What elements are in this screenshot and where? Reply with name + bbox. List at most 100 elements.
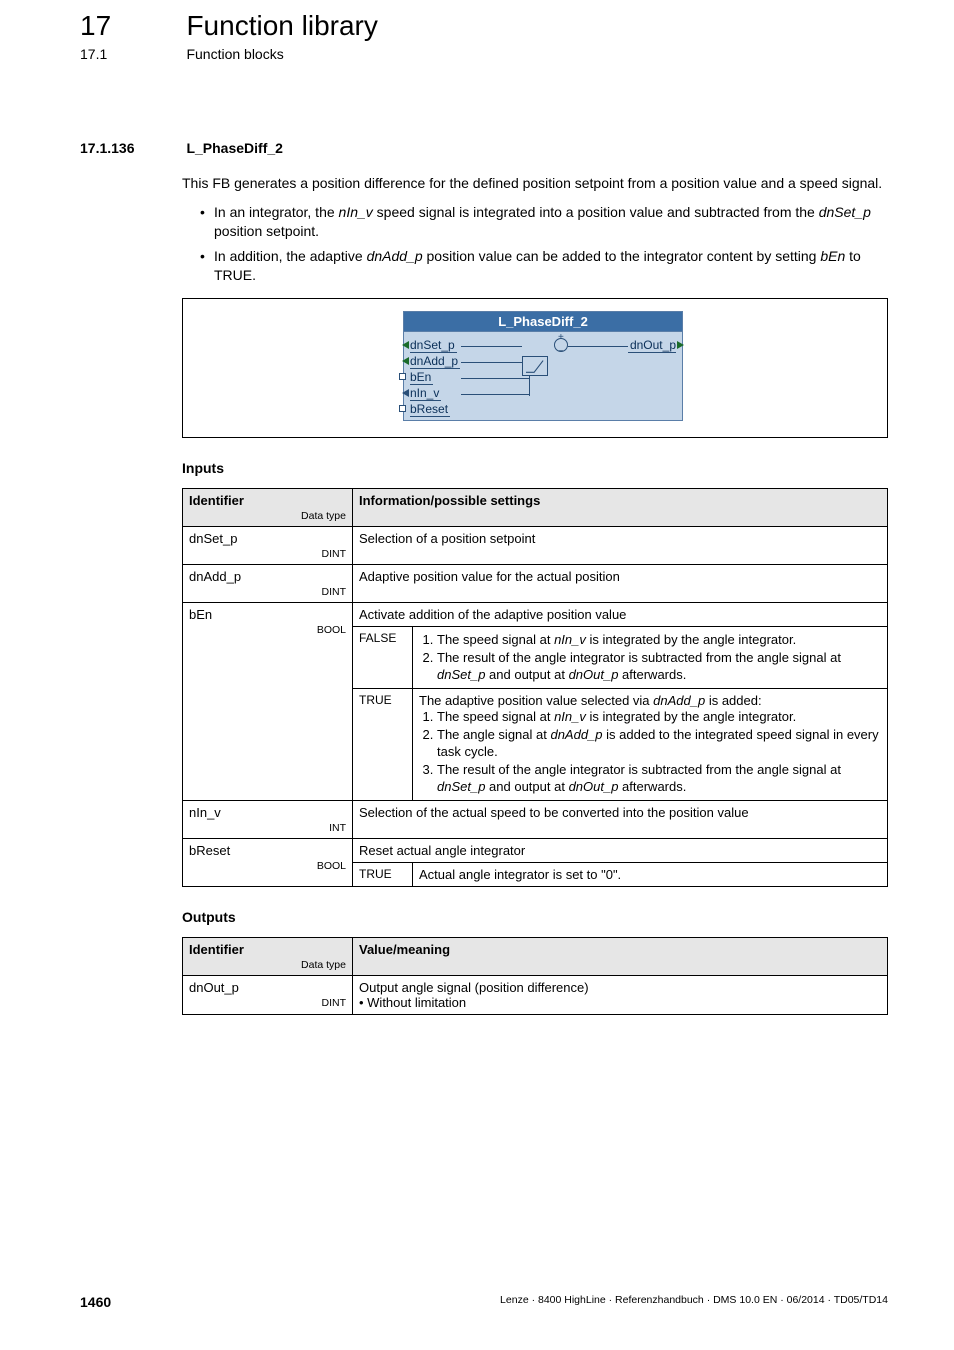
text: is added:: [705, 693, 761, 708]
text: In addition, the adaptive: [214, 248, 367, 264]
list-item: The speed signal at nIn_v is integrated …: [437, 632, 881, 649]
text: The adaptive position value selected via: [419, 693, 653, 708]
text-italic: dnAdd_p: [367, 248, 423, 264]
text: speed signal is integrated into a positi…: [373, 204, 819, 220]
bullet-list: In an integrator, the nIn_v speed signal…: [200, 203, 888, 285]
port-label: nIn_v: [410, 386, 439, 400]
ordered-list: The speed signal at nIn_v is integrated …: [437, 632, 881, 684]
text: The speed signal at: [437, 709, 554, 724]
wire: [461, 346, 522, 347]
col-identifier: Identifier Data type: [183, 937, 353, 975]
fb-block: L_PhaseDiff_2 dnSet_p dnAdd_p bEn nIn_v …: [403, 311, 683, 421]
inputs-heading: Inputs: [182, 460, 888, 476]
text: position setpoint.: [214, 223, 319, 239]
identifier: dnAdd_p: [189, 569, 241, 584]
wire: [461, 362, 522, 363]
col-info: Information/possible settings: [353, 489, 888, 527]
wire: [568, 346, 628, 347]
cell-identifier: dnAdd_p DINT: [183, 565, 353, 603]
text: The result of the angle integrator is su…: [437, 762, 841, 777]
table-row: dnSet_p DINT Selection of a position set…: [183, 527, 888, 565]
cell-info: Selection of a position setpoint: [353, 527, 888, 565]
text-italic: dnAdd_p: [653, 693, 705, 708]
outputs-table: Identifier Data type Value/meaning dnOut…: [182, 937, 888, 1015]
page-number: 1460: [80, 1294, 111, 1310]
lead-text: The adaptive position value selected via…: [419, 693, 881, 708]
cell-description: Actual angle integrator is set to "0".: [413, 862, 888, 886]
text-italic: dnOut_p: [569, 779, 619, 794]
text-italic: dnSet_p: [437, 779, 485, 794]
data-type: BOOL: [189, 624, 346, 636]
port-dnadd-p: dnAdd_p: [410, 354, 460, 369]
cell-identifier: bReset BOOL: [183, 838, 353, 886]
list-item: The angle signal at dnAdd_p is added to …: [437, 727, 881, 761]
port-dnout-p: dnOut_p: [628, 338, 676, 353]
port-breset: bReset: [410, 402, 450, 417]
header-sublabel: Data type: [189, 510, 346, 522]
section-number: 17.1.136: [80, 140, 182, 156]
section-row: 17.1.136 L_PhaseDiff_2: [80, 140, 888, 158]
text: and output at: [485, 667, 568, 682]
header-label: Identifier: [189, 942, 244, 957]
port-label: dnSet_p: [410, 338, 455, 352]
table-row: nIn_v INT Selection of the actual speed …: [183, 800, 888, 838]
footer-text: Lenze · 8400 HighLine · Referenzhandbuch…: [500, 1294, 888, 1306]
cell-value: Output angle signal (position difference…: [353, 975, 888, 1014]
subsection-number: 17.1: [80, 46, 182, 62]
cell-info: Reset actual angle integrator: [353, 838, 888, 862]
plus-icon: +: [558, 332, 564, 343]
data-type: INT: [189, 822, 346, 834]
table-header-row: Identifier Data type Information/possibl…: [183, 489, 888, 527]
fb-body: dnSet_p dnAdd_p bEn nIn_v bReset dnOut_p…: [404, 332, 682, 420]
port-ben: bEn: [410, 370, 433, 385]
data-type: BOOL: [189, 860, 346, 872]
port-label: dnOut_p: [630, 338, 676, 352]
page-footer: 1460 Lenze · 8400 HighLine · Referenzhan…: [80, 1294, 888, 1310]
cell-info: Activate addition of the adaptive positi…: [353, 603, 888, 627]
list-item: The result of the angle integrator is su…: [437, 650, 881, 684]
table-row: dnOut_p DINT Output angle signal (positi…: [183, 975, 888, 1014]
cell-identifier: bEn BOOL: [183, 603, 353, 800]
outputs-heading: Outputs: [182, 909, 888, 925]
identifier: nIn_v: [189, 805, 221, 820]
text: The result of the angle integrator is su…: [437, 650, 841, 665]
header-sublabel: Data type: [189, 959, 346, 971]
inputs-table: Identifier Data type Information/possibl…: [182, 488, 888, 886]
text: The speed signal at: [437, 632, 554, 647]
text: Output angle signal (position difference…: [359, 980, 881, 995]
text: The angle signal at: [437, 727, 550, 742]
cell-description: The adaptive position value selected via…: [413, 689, 888, 800]
list-item: The result of the angle integrator is su…: [437, 762, 881, 796]
identifier: bEn: [189, 607, 212, 622]
section-title: L_PhaseDiff_2: [186, 140, 282, 156]
wire: [461, 394, 529, 395]
dashed-rule: _ _ _ _ _ _ _ _ _ _ _ _ _ _ _ _ _ _ _ _ …: [80, 92, 888, 104]
cell-info: Adaptive position value for the actual p…: [353, 565, 888, 603]
text: afterwards.: [618, 667, 686, 682]
port-label: dnAdd_p: [410, 354, 458, 368]
col-identifier: Identifier Data type: [183, 489, 353, 527]
table-row: dnAdd_p DINT Adaptive position value for…: [183, 565, 888, 603]
text: and output at: [485, 779, 568, 794]
text-italic: nIn_v: [554, 632, 586, 647]
cell-value-label: TRUE: [353, 689, 413, 800]
text: is integrated by the angle integrator.: [586, 709, 796, 724]
text-italic: nIn_v: [339, 204, 373, 220]
text-italic: bEn: [820, 248, 845, 264]
minus-icon: −: [558, 346, 564, 357]
wire: [529, 376, 530, 396]
text: afterwards.: [618, 779, 686, 794]
text-italic: dnSet_p: [437, 667, 485, 682]
cell-value-label: TRUE: [353, 862, 413, 886]
port-nin-v: nIn_v: [410, 386, 441, 401]
text: In an integrator, the: [214, 204, 339, 220]
chapter-title: Function library: [186, 10, 377, 42]
chapter-row: 17 Function library: [80, 10, 888, 42]
text: • Without limitation: [359, 995, 881, 1010]
text-italic: dnSet_p: [819, 204, 871, 220]
cell-info: Selection of the actual speed to be conv…: [353, 800, 888, 838]
port-label: bEn: [410, 370, 431, 384]
subsection-title: Function blocks: [186, 46, 283, 62]
port-label: bReset: [410, 402, 448, 416]
ordered-list: The speed signal at nIn_v is integrated …: [437, 709, 881, 795]
